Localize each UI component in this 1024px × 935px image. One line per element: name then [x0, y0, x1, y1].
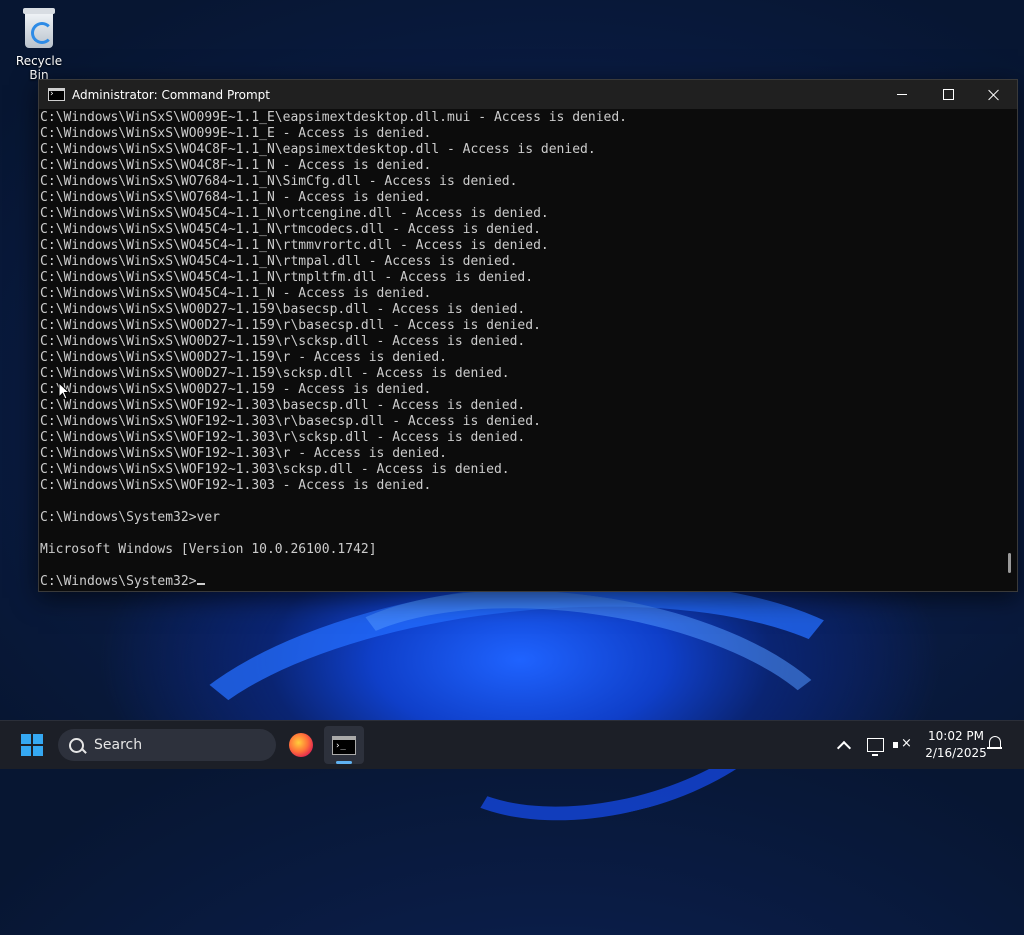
console-line: C:\Windows\WinSxS\WO4C8F~1.1_N\eapsimext…: [40, 142, 596, 157]
command-prompt-window[interactable]: Administrator: Command Prompt C:\Windows…: [38, 79, 1018, 592]
window-title: Administrator: Command Prompt: [72, 87, 270, 102]
taskbar-clock[interactable]: 10:02 PM 2/16/2025: [918, 728, 994, 762]
taskbar: Search 10:02 PM 2/16/2025: [0, 720, 1024, 769]
console-scrollbar[interactable]: [1008, 553, 1011, 573]
chevron-up-icon: [836, 740, 852, 755]
console-output[interactable]: C:\Windows\WinSxS\WO099E~1.1_E\eapsimext…: [39, 110, 1001, 591]
maximize-icon: [942, 89, 954, 100]
show-hidden-icons-button[interactable]: [836, 721, 852, 769]
firefox-icon: [289, 733, 313, 757]
active-app-indicator: [336, 761, 352, 764]
console-line: C:\Windows\WinSxS\WOF192~1.303 - Access …: [40, 478, 432, 493]
console-line: C:\Windows\WinSxS\WO45C4~1.1_N\rtmpltfm.…: [40, 270, 534, 285]
console-line: C:\Windows\WinSxS\WO45C4~1.1_N - Access …: [40, 286, 432, 301]
search-placeholder: Search: [94, 737, 143, 753]
console-line: C:\Windows\WinSxS\WO0D27~1.159\r - Acces…: [40, 350, 447, 365]
minimize-button[interactable]: [879, 80, 925, 109]
console-prompt: C:\Windows\System32>: [40, 574, 197, 589]
windows-start-icon[interactable]: [21, 734, 43, 756]
console-line: C:\Windows\WinSxS\WO45C4~1.1_N\rtmcodecs…: [40, 222, 541, 237]
console-line: C:\Windows\WinSxS\WOF192~1.303\scksp.dll…: [40, 462, 510, 477]
network-button[interactable]: [867, 721, 884, 769]
console-line: C:\Windows\WinSxS\WO0D27~1.159\basecsp.d…: [40, 302, 526, 317]
console-line: C:\Windows\WinSxS\WO099E~1.1_E\eapsimext…: [40, 110, 627, 125]
console-line: C:\Windows\WinSxS\WOF192~1.303\r - Acces…: [40, 446, 447, 461]
taskbar-search-box[interactable]: Search: [58, 729, 276, 761]
console-line: C:\Windows\WinSxS\WOF192~1.303\basecsp.d…: [40, 398, 526, 413]
console-line: C:\Windows\WinSxS\WO0D27~1.159\r\basecsp…: [40, 318, 541, 333]
taskbar-app-command-prompt[interactable]: [324, 726, 364, 764]
maximize-button[interactable]: [925, 80, 971, 109]
console-line: C:\Windows\WinSxS\WO7684~1.1_N - Access …: [40, 190, 432, 205]
command-prompt-icon: [48, 88, 65, 101]
close-icon: [988, 89, 1000, 101]
console-line: C:\Windows\System32>ver: [40, 510, 221, 525]
console-line: C:\Windows\WinSxS\WOF192~1.303\r\basecsp…: [40, 414, 541, 429]
console-line: C:\Windows\WinSxS\WO7684~1.1_N\SimCfg.dl…: [40, 174, 518, 189]
clock-date: 2/16/2025: [925, 746, 987, 760]
volume-muted-icon: [893, 736, 912, 752]
command-prompt-icon: [332, 735, 356, 755]
search-icon: [69, 737, 84, 753]
minimize-icon: [897, 94, 907, 95]
console-line: C:\Windows\WinSxS\WO0D27~1.159\scksp.dll…: [40, 366, 510, 381]
console-line: C:\Windows\WinSxS\WO099E~1.1_E - Access …: [40, 126, 432, 141]
volume-button[interactable]: [893, 721, 912, 769]
console-line: C:\Windows\WinSxS\WO45C4~1.1_N\rtmpal.dl…: [40, 254, 518, 269]
close-button[interactable]: [971, 80, 1017, 109]
taskbar-app-firefox[interactable]: [281, 726, 321, 764]
desktop-icon-recycle-bin[interactable]: Recycle Bin: [6, 8, 72, 82]
notification-bell-icon[interactable]: [987, 736, 1002, 752]
console-line: C:\Windows\WinSxS\WOF192~1.303\r\scksp.d…: [40, 430, 526, 445]
network-icon: [867, 738, 884, 756]
desktop-icon-label: Recycle Bin: [15, 54, 63, 82]
console-line: C:\Windows\WinSxS\WO4C8F~1.1_N - Access …: [40, 158, 432, 173]
window-titlebar[interactable]: Administrator: Command Prompt: [39, 80, 1017, 109]
text-cursor: [196, 583, 205, 585]
console-line: C:\Windows\WinSxS\WO0D27~1.159\r\scksp.d…: [40, 334, 526, 349]
recycle-bin-icon: [21, 8, 57, 50]
clock-time: 10:02 PM: [928, 729, 984, 743]
console-line: C:\Windows\WinSxS\WO45C4~1.1_N\ortcengin…: [40, 206, 549, 221]
console-line: C:\Windows\WinSxS\WO0D27~1.159 - Access …: [40, 382, 432, 397]
console-line: C:\Windows\WinSxS\WO45C4~1.1_N\rtmmvrort…: [40, 238, 549, 253]
console-prompt-line[interactable]: C:\Windows\System32>: [40, 574, 1001, 590]
wallpaper-bloom-swirl: [400, 561, 828, 857]
console-line: Microsoft Windows [Version 10.0.26100.17…: [40, 542, 377, 557]
